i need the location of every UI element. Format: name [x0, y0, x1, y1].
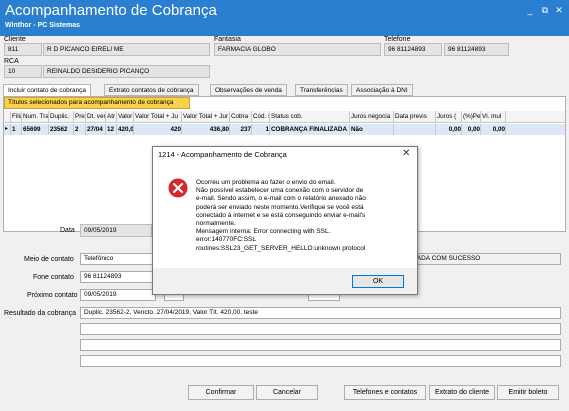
column-header[interactable]: Cód. s	[252, 111, 270, 122]
minimize-button[interactable]: _	[524, 5, 536, 15]
column-header[interactable]: Valor tí	[117, 111, 134, 122]
resultado-line-1[interactable]: Duplic. 23562-2, Vencto. 27/04/2019, Val…	[80, 307, 561, 319]
error-dialog: 1214 - Acompanhamento de Cobrança ✕ Ocor…	[152, 146, 418, 295]
cliente-label: Cliente	[4, 36, 26, 43]
data-field: 09/05/2019	[80, 224, 152, 237]
dialog-message-line: e-mail. Sendo assim, o e-mail com o rela…	[196, 195, 366, 203]
app-title: Acompanhamento de Cobrança	[5, 2, 217, 19]
emitir-boleto-button[interactable]: Emitir boleto	[497, 385, 559, 400]
ok-button[interactable]: OK	[352, 275, 404, 288]
table-cell: 420	[134, 124, 182, 135]
cancelar-button[interactable]: Cancelar	[256, 385, 318, 400]
table-cell: 1	[252, 124, 270, 135]
column-header[interactable]: Data previs	[394, 111, 436, 122]
fantasia-label: Fantasia	[214, 36, 241, 43]
dialog-message-line: Não possível estabelecer uma conexão com…	[196, 187, 364, 195]
resultado-line-3[interactable]	[80, 339, 561, 351]
table-cell	[394, 124, 436, 135]
cliente-code-field: 811	[4, 43, 42, 56]
confirmar-button[interactable]: Confirmar	[188, 385, 254, 400]
table-cell: 1	[11, 124, 22, 135]
table-cell: 27/04	[86, 124, 106, 135]
cliente-name-field: R D PICANCO EIRELI ME	[43, 43, 210, 56]
telefone2-field: 96 81124893	[444, 43, 509, 56]
table-cell: 0,00	[462, 124, 481, 135]
dialog-title: 1214 - Acompanhamento de Cobrança	[158, 150, 287, 159]
column-header[interactable]: Status cob.	[270, 111, 350, 122]
fone-contato-input[interactable]: 96 81124893	[80, 271, 156, 283]
dialog-message-line: Mensagem interna: Error connecting with …	[196, 228, 331, 236]
proximo-contato-label: Próximo contato	[27, 292, 78, 299]
app-subtitle: Winthor - PC Sistemas	[5, 22, 81, 29]
rca-label: RCA	[4, 58, 19, 65]
dialog-footer: OK	[153, 268, 417, 294]
table-cell: 420,00	[118, 124, 134, 135]
meio-contato-label: Meio de contato	[24, 256, 74, 263]
table-cell: 0,00	[436, 124, 462, 135]
table-row[interactable]: ▸ 16569923562227/0412420,00420436,802371…	[4, 124, 565, 135]
status-cobranca-field: IZADA COM SUCESSO	[407, 253, 561, 265]
table-cell: 0,00	[481, 124, 506, 135]
dialog-message-line: routines:SSL23_GET_SERVER_HELLO:unknown …	[196, 244, 366, 252]
column-header[interactable]: Duplic.	[49, 111, 74, 122]
table-cell: 237	[230, 124, 252, 135]
grid-tab-titulos[interactable]: Títulos selecionados para acompanhamento…	[4, 97, 190, 109]
resultado-line-2[interactable]	[80, 323, 561, 335]
grid-corner	[4, 111, 11, 122]
meio-contato-select[interactable]: Telefônico	[80, 253, 156, 265]
column-header[interactable]: Valor Total + Jur	[182, 111, 230, 122]
resultado-line-4[interactable]	[80, 355, 561, 367]
tab-observacoes[interactable]: Observações de venda	[210, 84, 287, 96]
data-label: Data	[60, 227, 75, 234]
table-cell: 23562	[49, 124, 74, 135]
fantasia-field: FARMACIA GLOBO	[214, 43, 381, 56]
dialog-message-line: poderá ser enviado neste momento.Verifiq…	[196, 203, 364, 211]
column-header[interactable]: Cobra	[230, 111, 252, 122]
column-header[interactable]: Juros (	[436, 111, 462, 122]
column-header[interactable]: Vl. mul	[481, 111, 506, 122]
column-header[interactable]: Juros negocia	[350, 111, 394, 122]
tab-extrato-contatos[interactable]: Extrato contatos de cobrança	[104, 84, 199, 96]
resultado-label: Resultado da cobrança	[4, 310, 76, 317]
rca-code-field: 10	[4, 65, 42, 78]
extrato-cliente-button[interactable]: Extrato do cliente	[429, 385, 495, 400]
column-header[interactable]: Num. Tran	[22, 111, 49, 122]
proximo-contato-input[interactable]: 09/05/2019	[80, 289, 156, 301]
dialog-message-line: Ocorreu um problema ao fazer o envio do …	[196, 179, 336, 186]
dialog-body: Ocorreu um problema ao fazer o envio do …	[153, 164, 417, 268]
column-header[interactable]: Pre	[74, 111, 86, 122]
dialog-message-line: error:140770FC:SSL	[196, 236, 256, 244]
telefone-label: Telefone	[384, 36, 411, 43]
dialog-message: Ocorreu um problema ao fazer o envio do …	[196, 179, 406, 253]
grid-header: FiliaNum. TranDuplic.PreDt. verAtrValor …	[4, 111, 565, 123]
table-cell: 65699	[22, 124, 49, 135]
column-header[interactable]: (%)Pe	[462, 111, 481, 122]
tab-associacao-dni[interactable]: Associação à DNI	[351, 84, 413, 96]
dialog-message-line: normalmente.	[196, 220, 236, 228]
error-icon	[168, 178, 188, 198]
dialog-close-icon[interactable]: ✕	[402, 148, 410, 159]
telefone1-field: 96 81124893	[384, 43, 442, 56]
column-header[interactable]: Atr	[106, 111, 117, 122]
telefones-contatos-button[interactable]: Telefones e contatos	[344, 385, 426, 400]
table-cell: 436,80	[182, 124, 230, 135]
column-header[interactable]: Valor Total + Ju	[134, 111, 182, 122]
close-button[interactable]: ✕	[553, 5, 565, 15]
table-cell: COBRANÇA FINALIZADA	[270, 124, 350, 135]
dialog-message-line: conectado à internet e se está conseguin…	[196, 211, 366, 219]
table-cell: Não	[350, 124, 394, 135]
table-cell: 12	[106, 124, 117, 135]
fone-contato-label: Fone contato	[33, 274, 74, 281]
restore-button[interactable]: ⧉	[539, 5, 551, 15]
column-header[interactable]: Filia	[11, 111, 22, 122]
rca-name-field: REINALDO DESIDERIO PICANÇO	[43, 65, 210, 78]
table-cell: 2	[74, 124, 86, 135]
tab-transferencias[interactable]: Transferências	[295, 84, 348, 96]
column-header[interactable]: Dt. ver	[86, 111, 106, 122]
row-marker: ▸	[4, 124, 11, 135]
